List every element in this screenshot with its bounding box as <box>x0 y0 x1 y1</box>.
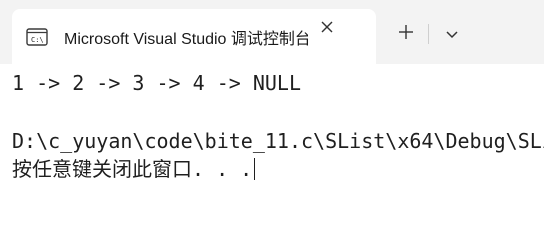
new-tab-button[interactable] <box>394 22 418 46</box>
prompt-text: 按任意键关闭此窗口. . . <box>12 157 253 181</box>
tab-close-button[interactable] <box>316 17 338 39</box>
tab-dropdown-button[interactable] <box>440 22 464 46</box>
prompt-line: 按任意键关闭此窗口. . . <box>12 156 256 182</box>
chevron-down-icon <box>445 25 459 44</box>
output-line: 1 -> 2 -> 3 -> 4 -> NULL <box>12 71 301 95</box>
console-output[interactable]: 1 -> 2 -> 3 -> 4 -> NULL D:\c_yuyan\code… <box>0 64 544 240</box>
svg-text:C:\: C:\ <box>31 36 44 44</box>
close-icon <box>320 19 334 38</box>
text-cursor <box>254 158 256 180</box>
plus-icon <box>398 24 414 44</box>
title-bar: C:\ Microsoft Visual Studio 调试控制台 <box>0 0 544 64</box>
console-icon: C:\ <box>26 27 48 46</box>
titlebar-separator <box>428 24 429 44</box>
tab-title: Microsoft Visual Studio 调试控制台 <box>64 30 308 48</box>
path-line: D:\c_yuyan\code\bite_11.c\SList\x64\Debu… <box>12 129 544 153</box>
